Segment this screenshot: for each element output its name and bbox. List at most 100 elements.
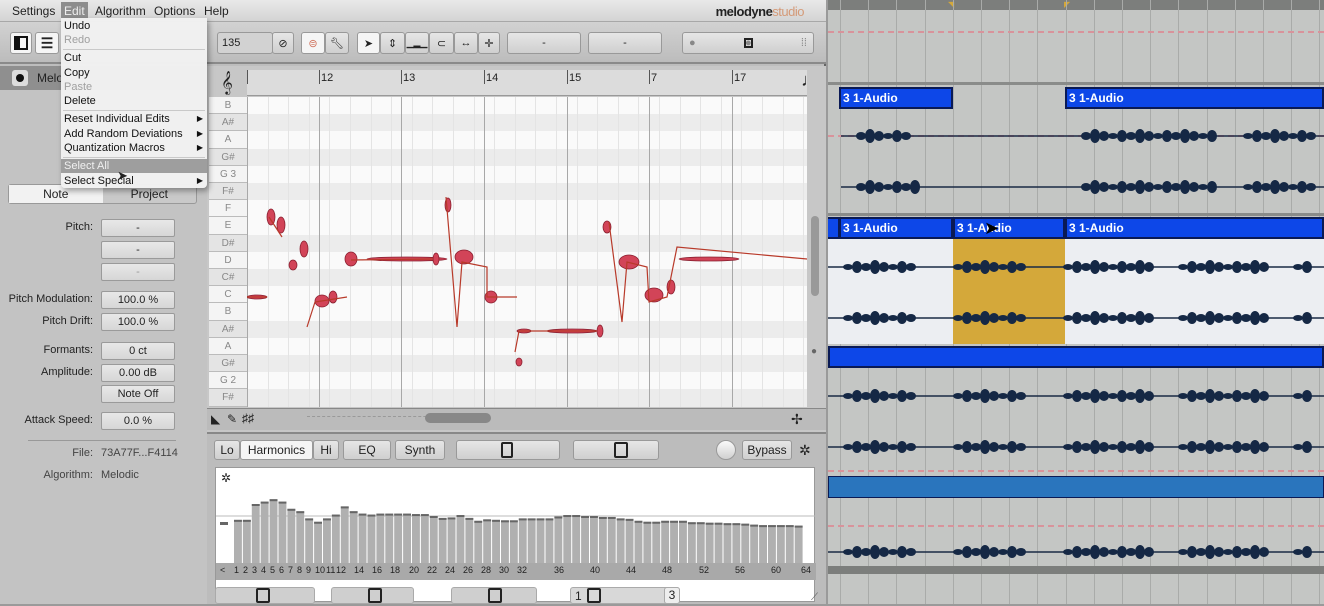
harmonic-bar[interactable] [260,501,269,564]
note-assignment-icon[interactable]: ◣ [211,412,220,426]
formants-field[interactable]: 0 ct [101,342,175,360]
harmonic-bar[interactable] [349,511,358,564]
harmonic-bar[interactable] [750,524,759,564]
envelope-slider[interactable] [573,440,659,460]
link-mode-slider[interactable] [456,440,560,460]
harmonic-bar[interactable] [634,520,643,564]
scale-icon[interactable]: ♯♯ [242,411,254,425]
note-blob[interactable] [288,259,298,271]
pitch-cent-field[interactable]: - [101,263,175,281]
piano-key[interactable]: A [209,337,247,355]
harmonic-bar[interactable] [429,516,438,564]
harmonic-bar[interactable] [376,513,385,564]
tempo-field[interactable]: 135 [217,32,273,54]
harmonic-bar[interactable] [590,516,598,564]
piano-key[interactable]: G# [209,148,247,166]
tab-hi[interactable]: Hi [313,440,339,460]
menu-help[interactable]: Help [204,4,229,18]
note-blob[interactable] [299,240,309,258]
harmonics-gear-icon[interactable]: ✲ [221,471,231,485]
harmonic-bar[interactable] [518,518,527,564]
harmonic-bar[interactable] [679,520,687,564]
formant-tool-icon[interactable]: ⊂ [429,32,454,54]
harmonic-bar[interactable] [287,508,296,564]
harmonic-bar[interactable] [501,520,509,564]
note-blob[interactable] [596,324,604,338]
tab-eq[interactable]: EQ [343,440,391,460]
harmonic-bar[interactable] [474,520,483,564]
menu-item-undo[interactable]: Undo [61,19,207,33]
harmonic-bar[interactable] [652,521,661,564]
piano-key[interactable]: B [209,303,247,321]
menu-item-quantization-macros[interactable]: Quantization Macros ▶ [61,141,207,155]
harmonics-display[interactable]: ✲ <1 2 3 4 5 6 7 8 9 10 11 12 14 16 18 20 22 24 26 28 30 32 36… [215,467,816,602]
wrench-icon[interactable]: 🔧︎ [325,32,349,54]
harmonic-bar[interactable] [358,513,367,564]
harmonic-bar[interactable] [794,525,803,564]
harmonic-bar[interactable] [572,515,581,564]
volume-knob[interactable] [716,440,736,460]
slider-1[interactable] [215,587,315,604]
harmonic-bar[interactable] [714,522,723,564]
stepper-slider[interactable]: 1 3 [570,587,680,604]
harmonic-bar[interactable] [456,515,465,564]
harmonic-bar[interactable] [670,520,678,564]
note-blob[interactable] [266,208,276,226]
harmonic-bar[interactable] [269,499,278,564]
note-blob[interactable] [328,290,338,304]
harmonic-bar[interactable] [465,517,474,564]
low-band-marker[interactable] [220,522,228,525]
bypass-button[interactable]: Bypass [742,440,792,460]
menu-item-delete[interactable]: Delete [61,94,207,108]
slider-3-handle[interactable] [488,588,502,603]
harmonic-bar[interactable] [687,522,696,564]
harmonic-bar[interactable] [607,516,616,564]
harmonic-bar[interactable] [741,523,750,564]
layout-icon[interactable] [10,32,32,54]
note-grid[interactable] [247,97,807,407]
piano-key[interactable]: D# [209,234,247,252]
move-tool-icon[interactable]: ✛ [478,32,500,54]
menu-item-copy[interactable]: Copy [61,66,207,80]
harmonic-bar[interactable] [242,519,251,564]
harmonic-bar[interactable] [723,523,732,564]
note-blob[interactable] [432,252,440,266]
piano-key[interactable]: E [209,217,247,235]
piano-key[interactable]: A# [209,114,247,132]
pitch-deviation-field[interactable]: - [101,241,175,259]
piano-key[interactable]: F# [209,389,247,407]
menu-item-add-random-deviations[interactable]: Add Random Deviations ▶ [61,127,207,141]
menu-item-select-all[interactable]: Select All [61,159,207,173]
harmonic-bar[interactable] [234,519,242,564]
record-button[interactable] [12,70,28,86]
view-slider[interactable]: ● ● ⁞⁞ [682,32,814,54]
harmonic-bar[interactable] [545,518,554,564]
harmonic-bar[interactable] [696,522,705,564]
harmonic-bar[interactable] [305,518,314,564]
harmonic-bar[interactable] [314,521,322,564]
harmonic-bar[interactable] [447,517,456,564]
gear-icon[interactable]: ✲ [799,442,811,459]
note-blob[interactable] [678,256,740,262]
harmonic-bar[interactable] [420,514,429,564]
pointer-tool-icon[interactable]: ➤ [357,32,380,54]
harmonic-bar[interactable] [323,518,331,564]
view-slider-handle[interactable]: ● [743,37,754,49]
pencil-icon[interactable]: ✎ [227,412,237,426]
time-tool-icon[interactable]: ↔ [454,32,478,54]
note-blob[interactable] [344,251,358,267]
harmonic-bar[interactable] [661,520,670,564]
resize-handle-icon[interactable]: ⟋ [811,592,818,603]
harmonic-bar[interactable] [581,516,589,564]
note-value-icon[interactable]: ♩ [801,70,819,96]
menu-item-select-special[interactable]: Select Special ▶ [61,174,207,188]
menu-item-reset-individual-edits[interactable]: Reset Individual Edits ▶ [61,112,207,126]
piano-key[interactable]: G 2 [209,372,247,390]
menu-settings[interactable]: Settings [12,4,55,18]
piano-key[interactable]: D [209,251,247,269]
slider-3[interactable] [451,587,537,604]
harmonic-bar[interactable] [776,525,785,564]
amplitude-field[interactable]: 0.00 dB [101,364,175,382]
zoom-fit-icon[interactable]: ✢ [791,411,803,428]
harmonic-bar[interactable] [643,521,652,564]
